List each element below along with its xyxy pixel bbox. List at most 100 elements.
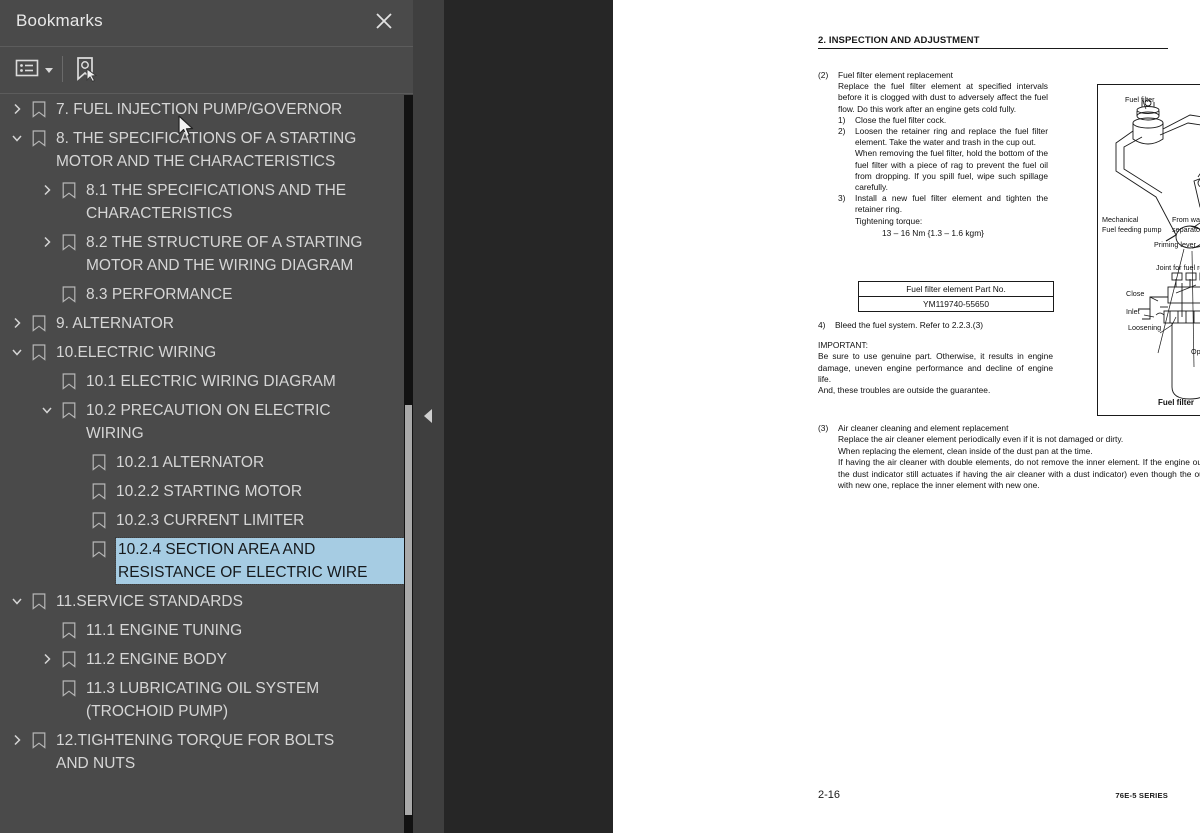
fuel-system-diagram	[1115, 98, 1200, 400]
document-page: 2. INSPECTION AND ADJUSTMENT (2) Fuel fi…	[613, 0, 1200, 833]
list-options-button[interactable]	[14, 55, 53, 86]
bookmarks-scrollbar-thumb[interactable]	[405, 405, 412, 815]
chevron-right-icon[interactable]	[6, 312, 28, 334]
bookmarks-scrollbar[interactable]	[404, 95, 413, 833]
bookmark-item-label: 7. FUEL INJECTION PUMP/GOVERNOR	[56, 101, 343, 118]
bookmark-item[interactable]: 11.3 LUBRICATING OIL SYSTEM (TROCHOID PU…	[0, 674, 404, 726]
step-text: Loosen the retainer ring and replace the…	[855, 126, 1048, 148]
chevron-down-icon[interactable]	[6, 341, 28, 363]
bookmark-item-label: 10.2.4 SECTION AREA AND RESISTANCE OF EL…	[115, 537, 404, 585]
section-2-marker: (2)	[818, 70, 829, 80]
bookmark-icon	[88, 509, 110, 531]
bookmark-item-label: 10.2.1 ALTERNATOR	[116, 454, 265, 471]
bookmark-icon	[28, 312, 50, 334]
bookmark-item[interactable]: 8.1 THE SPECIFICATIONS AND THE CHARACTER…	[0, 176, 404, 228]
bookmark-icon	[58, 283, 80, 305]
bookmark-icon	[58, 231, 80, 253]
bookmark-item-label: 10.2.3 CURRENT LIMITER	[116, 512, 305, 529]
bookmark-item[interactable]: 11.2 ENGINE BODY	[0, 645, 404, 674]
bookmark-icon	[28, 127, 50, 149]
step-marker: 3)	[838, 193, 846, 204]
chevron-down-icon[interactable]	[6, 590, 28, 612]
section-2-title-row: (2) Fuel filter element replacement	[818, 70, 1048, 81]
bookmark-item-label: 9. ALTERNATOR	[56, 315, 175, 332]
bookmark-item[interactable]: 10.2.2 STARTING MOTOR	[0, 477, 404, 506]
bookmark-item-label: 10.2 PRECAUTION ON ELECTRIC WIRING	[86, 402, 331, 442]
chevron-right-icon[interactable]	[36, 179, 58, 201]
figure-label-fuel-filter: Fuel filter	[1125, 95, 1155, 104]
important-text: Be sure to use genuine part. Otherwise, …	[818, 351, 1053, 384]
bookmark-item[interactable]: 10.2 PRECAUTION ON ELECTRIC WIRING	[0, 396, 404, 448]
close-icon[interactable]	[371, 8, 397, 34]
bookmark-icon	[88, 480, 110, 502]
bookmark-item-label: 8.2 THE STRUCTURE OF A STARTING MOTOR AN…	[86, 234, 363, 274]
page-header: 2. INSPECTION AND ADJUSTMENT	[818, 35, 1168, 49]
step-text: Install a new fuel filter element and ti…	[855, 193, 1048, 215]
bookmark-item[interactable]: 7. FUEL INJECTION PUMP/GOVERNOR	[0, 95, 404, 124]
figure-label-mechanical: Mechanical	[1102, 215, 1139, 224]
important-label: IMPORTANT:	[818, 340, 868, 351]
bookmark-item-label: 12.TIGHTENING TORQUE FOR BOLTS AND NUTS	[56, 732, 335, 772]
chevron-right-icon[interactable]	[6, 729, 28, 751]
figure-box: Fuel filter Fuel return hose Mechanical …	[1097, 84, 1200, 416]
bookmark-item[interactable]: 11.1 ENGINE TUNING	[0, 616, 404, 645]
bookmark-item[interactable]: 8.2 THE STRUCTURE OF A STARTING MOTOR AN…	[0, 228, 404, 280]
bookmark-item-label: 11.SERVICE STANDARDS	[56, 593, 243, 610]
chevron-down-icon[interactable]	[36, 399, 58, 421]
figure-label-from-water: From water	[1172, 215, 1200, 224]
bookmark-item-label: 10.ELECTRIC WIRING	[56, 344, 217, 361]
bookmark-icon	[28, 98, 50, 120]
section-3-line: If having the air cleaner with double el…	[838, 457, 1200, 491]
section-2-title: Fuel filter element replacement	[838, 70, 953, 80]
bookmark-item[interactable]: 8.3 PERFORMANCE	[0, 280, 404, 309]
table-value-cell: YM119740-55650	[858, 296, 1054, 312]
chevron-right-icon[interactable]	[6, 98, 28, 120]
section-3-title: Air cleaner cleaning and element replace…	[838, 423, 1009, 433]
bookmark-item[interactable]: 8. THE SPECIFICATIONS OF A STARTING MOTO…	[0, 124, 404, 176]
new-bookmark-button[interactable]	[72, 55, 100, 88]
chevron-right-icon[interactable]	[36, 648, 58, 670]
bookmark-item[interactable]: 10.2.3 CURRENT LIMITER	[0, 506, 404, 535]
important-text-2: And, these troubles are outside the guar…	[818, 385, 991, 396]
bookmark-item-label: 8. THE SPECIFICATIONS OF A STARTING MOTO…	[56, 130, 357, 170]
bookmarks-toolbar	[0, 47, 413, 138]
section-3-line: Replace the air cleaner element periodic…	[838, 434, 1124, 445]
document-viewer[interactable]: 2. INSPECTION AND ADJUSTMENT (2) Fuel fi…	[444, 0, 1200, 833]
bookmark-item[interactable]: 9. ALTERNATOR	[0, 309, 404, 338]
bookmark-item[interactable]: 10.2.1 ALTERNATOR	[0, 448, 404, 477]
torque-value: 13 – 16 Nm {1.3 – 1.6 kgm}	[882, 227, 984, 238]
bookmark-icon	[58, 370, 80, 392]
step-note-row: When removing the fuel filter, hold the …	[838, 148, 1048, 193]
bookmark-item-label: 8.1 THE SPECIFICATIONS AND THE CHARACTER…	[86, 182, 347, 222]
figure-label-close: Close	[1126, 289, 1145, 298]
collapse-panel-arrow-icon[interactable]	[424, 409, 432, 423]
bookmark-item-label: 10.2.2 STARTING MOTOR	[116, 483, 303, 500]
section-3-block: (3) Air cleaner cleaning and element rep…	[818, 423, 1200, 491]
chevron-right-icon[interactable]	[36, 231, 58, 253]
bookmarks-panel-header: Bookmarks	[0, 0, 413, 47]
bookmark-item[interactable]: 11.SERVICE STANDARDS	[0, 587, 404, 616]
page-number: 2-16	[818, 789, 841, 801]
bookmark-icon	[58, 399, 80, 421]
bookmark-item-label: 11.2 ENGINE BODY	[86, 651, 227, 668]
part-number-table: Fuel filter element Part No. YM119740-55…	[858, 281, 1054, 312]
bookmark-item[interactable]: 10.ELECTRIC WIRING	[0, 338, 404, 367]
chevron-down-icon	[45, 68, 53, 73]
figure-caption: Fuel filter	[1158, 398, 1195, 407]
step-marker: 4)	[818, 320, 826, 330]
document-series: 76E-5 SERIES	[1115, 791, 1168, 800]
figure-label-fuel-feeding-pump: Fuel feeding pump	[1102, 225, 1162, 234]
bookmark-item-label: 10.1 ELECTRIC WIRING DIAGRAM	[86, 373, 336, 390]
bookmark-icon	[58, 677, 80, 699]
chevron-down-icon[interactable]	[6, 127, 28, 149]
bookmark-item[interactable]: 10.1 ELECTRIC WIRING DIAGRAM	[0, 367, 404, 396]
bookmark-item-label: 11.1 ENGINE TUNING	[86, 622, 243, 639]
bookmark-item-label: 8.3 PERFORMANCE	[86, 286, 233, 303]
bookmarks-tree[interactable]: 7. FUEL INJECTION PUMP/GOVERNOR 8. THE SP…	[0, 95, 404, 833]
step-row: 1) Close the fuel filter cock.	[838, 115, 1048, 126]
bookmark-icon	[58, 619, 80, 641]
bookmark-icon	[28, 341, 50, 363]
bookmark-item[interactable]: 12.TIGHTENING TORQUE FOR BOLTS AND NUTS	[0, 726, 404, 778]
bookmark-item-selected[interactable]: 10.2.4 SECTION AREA AND RESISTANCE OF EL…	[0, 535, 404, 587]
step-marker: 2)	[838, 126, 846, 137]
